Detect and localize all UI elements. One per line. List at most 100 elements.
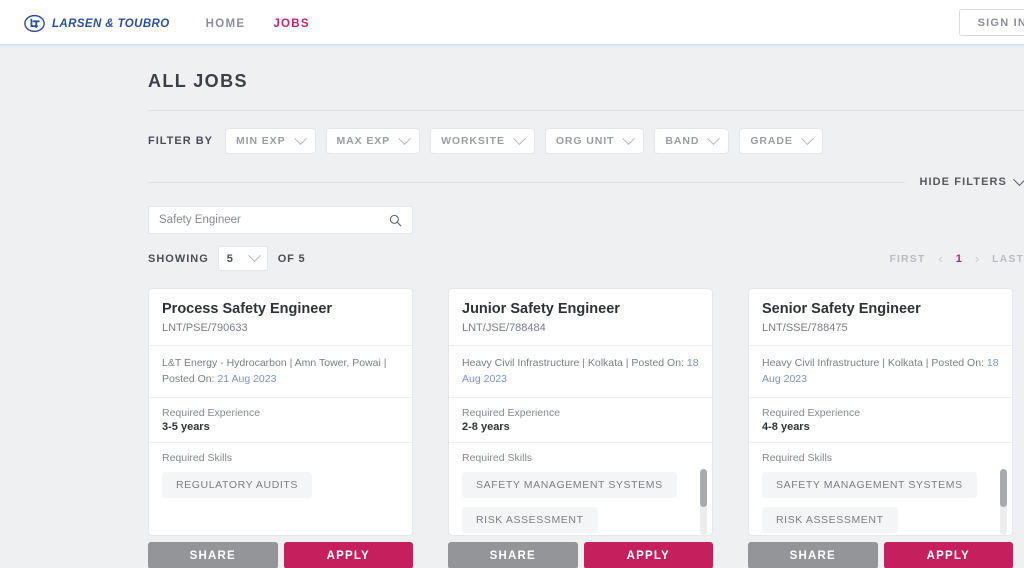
hide-filters-divider bbox=[148, 182, 905, 183]
job-card-header: Senior Safety Engineer LNT/SSE/788475 bbox=[749, 289, 1012, 346]
pagination-prev-icon[interactable]: ‹ bbox=[938, 252, 942, 265]
pagination-last[interactable]: LAST bbox=[992, 253, 1024, 265]
showing-label: SHOWING bbox=[148, 253, 209, 265]
hide-filters-row: HIDE FILTERS bbox=[148, 176, 1024, 188]
job-card-column: Senior Safety Engineer LNT/SSE/788475 He… bbox=[748, 288, 1013, 568]
job-experience-label: Required Experience bbox=[762, 407, 999, 419]
share-button[interactable]: SHARE bbox=[448, 542, 578, 568]
search-input[interactable] bbox=[159, 214, 389, 226]
filter-bar: FILTER BY MIN EXP MAX EXP WORKSITE ORG U… bbox=[148, 111, 1024, 154]
search-box[interactable] bbox=[148, 206, 413, 234]
job-card-header: Junior Safety Engineer LNT/JSE/788484 bbox=[449, 289, 712, 346]
pagination: FIRST ‹ 1 › LAST bbox=[890, 252, 1024, 265]
filter-band[interactable]: BAND bbox=[654, 128, 729, 154]
skills-scrollbar[interactable] bbox=[1000, 469, 1007, 535]
filter-min-exp-label: MIN EXP bbox=[236, 135, 285, 147]
job-experience-label: Required Experience bbox=[162, 407, 399, 419]
job-title: Senior Safety Engineer bbox=[762, 301, 999, 318]
page-size-select[interactable]: 5 bbox=[218, 246, 268, 271]
job-meta-text: Heavy Civil Infrastructure | Kolkata | P… bbox=[462, 357, 687, 369]
job-experience-value: 4-8 years bbox=[762, 421, 999, 433]
job-card-column: Process Safety Engineer LNT/PSE/790633 L… bbox=[148, 288, 413, 568]
job-card-column: Junior Safety Engineer LNT/JSE/788484 He… bbox=[448, 288, 713, 568]
job-card[interactable]: Process Safety Engineer LNT/PSE/790633 L… bbox=[148, 288, 413, 536]
skills-scrollbar-thumb[interactable] bbox=[1000, 469, 1007, 507]
nav-item-jobs[interactable]: JOBS bbox=[259, 12, 324, 36]
page-title: ALL JOBS bbox=[148, 47, 1024, 92]
job-experience: Required Experience 2-8 years bbox=[449, 398, 712, 443]
filter-min-exp[interactable]: MIN EXP bbox=[225, 128, 315, 154]
job-skills-list: SAFETY MANAGEMENT SYSTEMS RISK ASSESSMEN… bbox=[762, 472, 999, 535]
brand-logo[interactable]: LARSEN & TOUBRO bbox=[24, 13, 170, 34]
hide-filters-toggle[interactable]: HIDE FILTERS bbox=[919, 176, 1024, 188]
chevron-down-icon bbox=[398, 132, 411, 145]
skill-chip: SAFETY MANAGEMENT SYSTEMS bbox=[462, 472, 677, 498]
chevron-down-icon bbox=[248, 249, 261, 262]
filter-org-unit-label: ORG UNIT bbox=[556, 135, 615, 147]
job-code: LNT/PSE/790633 bbox=[162, 322, 399, 334]
share-button[interactable]: SHARE bbox=[748, 542, 878, 568]
apply-button[interactable]: APPLY bbox=[584, 542, 714, 568]
job-experience-value: 3-5 years bbox=[162, 421, 399, 433]
apply-button[interactable]: APPLY bbox=[884, 542, 1014, 568]
job-title: Junior Safety Engineer bbox=[462, 301, 699, 318]
job-experience: Required Experience 4-8 years bbox=[749, 398, 1012, 443]
job-experience: Required Experience 3-5 years bbox=[149, 398, 412, 443]
job-cards-list: Process Safety Engineer LNT/PSE/790633 L… bbox=[148, 288, 1024, 568]
filter-max-exp[interactable]: MAX EXP bbox=[326, 128, 421, 154]
job-meta: L&T Energy - Hydrocarbon | Amn Tower, Po… bbox=[149, 346, 412, 397]
brand-name: LARSEN & TOUBRO bbox=[52, 18, 170, 30]
job-code: LNT/SSE/788475 bbox=[762, 322, 999, 334]
job-card-header: Process Safety Engineer LNT/PSE/790633 bbox=[149, 289, 412, 346]
job-card[interactable]: Junior Safety Engineer LNT/JSE/788484 He… bbox=[448, 288, 713, 536]
search-icon[interactable] bbox=[389, 214, 402, 227]
sign-in-button[interactable]: SIGN IN bbox=[959, 9, 1024, 36]
lt-monogram-icon bbox=[24, 13, 45, 34]
skill-chip: RISK ASSESSMENT bbox=[762, 507, 898, 533]
job-skills-list: SAFETY MANAGEMENT SYSTEMS RISK ASSESSMEN… bbox=[462, 472, 699, 535]
job-meta-text: Heavy Civil Infrastructure | Kolkata | P… bbox=[762, 357, 987, 369]
page-size-value: 5 bbox=[227, 253, 233, 265]
share-button[interactable]: SHARE bbox=[148, 542, 278, 568]
job-card-actions: SHARE APPLY bbox=[148, 542, 413, 568]
filter-org-unit[interactable]: ORG UNIT bbox=[545, 128, 645, 154]
pagination-page-1[interactable]: 1 bbox=[956, 253, 962, 265]
skills-scrollbar[interactable] bbox=[700, 469, 707, 535]
job-experience-value: 2-8 years bbox=[462, 421, 699, 433]
site-header: LARSEN & TOUBRO HOME JOBS SIGN IN bbox=[0, 0, 1024, 47]
nav-item-home[interactable]: HOME bbox=[192, 12, 260, 36]
chevron-down-icon bbox=[707, 132, 720, 145]
chevron-down-icon bbox=[1013, 173, 1024, 186]
chevron-down-icon bbox=[623, 132, 636, 145]
job-skills: Required Skills SAFETY MANAGEMENT SYSTEM… bbox=[449, 443, 712, 535]
showing-row: SHOWING 5 OF 5 FIRST ‹ 1 › LAST bbox=[148, 246, 1024, 271]
showing-total-label: OF 5 bbox=[278, 253, 306, 265]
job-meta: Heavy Civil Infrastructure | Kolkata | P… bbox=[449, 346, 712, 397]
filter-grade[interactable]: GRADE bbox=[739, 128, 822, 154]
job-skills-label: Required Skills bbox=[762, 452, 999, 464]
filter-worksite-label: WORKSITE bbox=[441, 135, 505, 147]
page-body: ALL JOBS FILTER BY MIN EXP MAX EXP WORKS… bbox=[0, 47, 1024, 568]
job-skills-label: Required Skills bbox=[162, 452, 399, 464]
job-posted-date: 21 Aug 2023 bbox=[217, 373, 276, 385]
apply-button[interactable]: APPLY bbox=[284, 542, 414, 568]
chevron-down-icon bbox=[513, 132, 526, 145]
chevron-down-icon bbox=[801, 132, 814, 145]
filter-by-label: FILTER BY bbox=[148, 135, 213, 147]
skill-chip: RISK ASSESSMENT bbox=[462, 507, 598, 533]
job-title: Process Safety Engineer bbox=[162, 301, 399, 318]
job-card[interactable]: Senior Safety Engineer LNT/SSE/788475 He… bbox=[748, 288, 1013, 536]
main-nav: HOME JOBS bbox=[192, 12, 324, 36]
hide-filters-label: HIDE FILTERS bbox=[919, 176, 1007, 188]
job-card-actions: SHARE APPLY bbox=[748, 542, 1013, 568]
skill-chip: SAFETY MANAGEMENT SYSTEMS bbox=[762, 472, 977, 498]
job-skills: Required Skills REGULATORY AUDITS bbox=[149, 443, 412, 535]
filter-max-exp-label: MAX EXP bbox=[337, 135, 391, 147]
filter-worksite[interactable]: WORKSITE bbox=[430, 128, 535, 154]
skill-chip: REGULATORY AUDITS bbox=[162, 472, 312, 498]
job-code: LNT/JSE/788484 bbox=[462, 322, 699, 334]
pagination-first[interactable]: FIRST bbox=[890, 253, 926, 265]
pagination-next-icon[interactable]: › bbox=[975, 252, 979, 265]
skills-scrollbar-thumb[interactable] bbox=[700, 469, 707, 507]
chevron-down-icon bbox=[294, 132, 307, 145]
